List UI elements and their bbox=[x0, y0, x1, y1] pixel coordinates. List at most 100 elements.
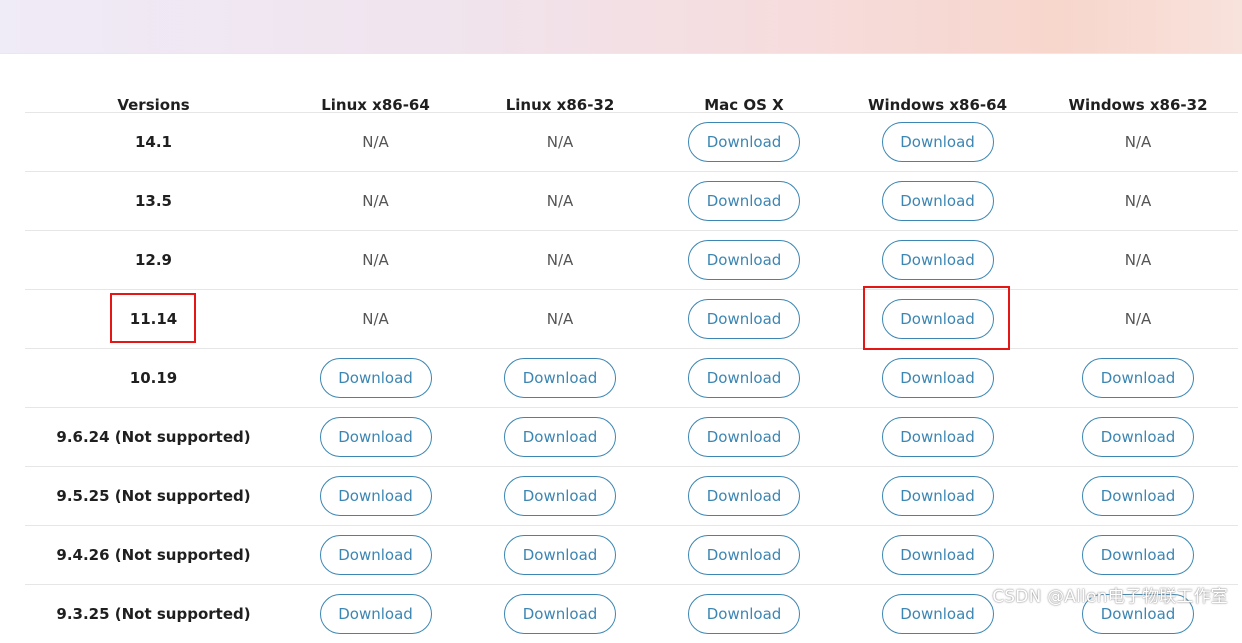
not-available-text: N/A bbox=[1124, 192, 1152, 210]
download-button-windows-x86-64[interactable]: Download bbox=[881, 181, 994, 221]
version-cell: 14.1 bbox=[25, 113, 282, 171]
cell-mac-os-x: Download bbox=[651, 467, 837, 525]
table-row: 14.1 N/A N/A Download Download N/A bbox=[25, 112, 1238, 171]
cell-linux-x86-32: N/A bbox=[469, 231, 651, 289]
cell-linux-x86-64: N/A bbox=[282, 231, 469, 289]
cell-linux-x86-64: Download bbox=[282, 467, 469, 525]
version-cell: 9.3.25 (Not supported) bbox=[25, 585, 282, 643]
download-button-windows-x86-64[interactable]: Download bbox=[881, 594, 994, 634]
download-button-mac-os-x[interactable]: Download bbox=[688, 240, 800, 280]
download-button-linux-x86-32[interactable]: Download bbox=[504, 358, 616, 398]
table-row: 9.4.26 (Not supported) Download Download Do… bbox=[25, 525, 1238, 584]
cell-linux-x86-32: Download bbox=[469, 526, 651, 584]
cell-windows-x86-64: Download bbox=[837, 290, 1038, 348]
version-label: 9.5.25 (Not supported) bbox=[56, 487, 251, 505]
cell-linux-x86-64: Download bbox=[282, 408, 469, 466]
version-cell: 9.4.26 (Not supported) bbox=[25, 526, 282, 584]
cell-mac-os-x: Download bbox=[651, 172, 837, 230]
cell-windows-x86-32: N/A bbox=[1038, 290, 1238, 348]
table-row: 12.9 N/A N/A Download Download N/A bbox=[25, 230, 1238, 289]
download-button-linux-x86-64[interactable]: Download bbox=[319, 417, 432, 457]
cell-windows-x86-64: Download bbox=[837, 113, 1038, 171]
download-button-mac-os-x[interactable]: Download bbox=[688, 594, 800, 634]
version-label: 12.9 bbox=[134, 251, 172, 269]
download-button-mac-os-x[interactable]: Download bbox=[688, 122, 800, 162]
download-button-mac-os-x[interactable]: Download bbox=[688, 535, 800, 575]
not-available-text: N/A bbox=[1124, 251, 1152, 269]
download-button-windows-x86-64[interactable]: Download bbox=[881, 358, 994, 398]
not-available-text: N/A bbox=[1124, 310, 1152, 328]
cell-mac-os-x: Download bbox=[651, 349, 837, 407]
not-available-text: N/A bbox=[546, 251, 574, 269]
download-button-windows-x86-32[interactable]: Download bbox=[1082, 417, 1194, 457]
cell-mac-os-x: Download bbox=[651, 113, 837, 171]
download-button-linux-x86-32[interactable]: Download bbox=[504, 594, 616, 634]
cell-linux-x86-32: N/A bbox=[469, 290, 651, 348]
cell-mac-os-x: Download bbox=[651, 585, 837, 643]
cell-windows-x86-32: N/A bbox=[1038, 231, 1238, 289]
cell-windows-x86-64: Download bbox=[837, 231, 1038, 289]
cell-windows-x86-32: Download bbox=[1038, 467, 1238, 525]
download-button-linux-x86-32[interactable]: Download bbox=[504, 476, 616, 516]
version-cell: 11.14 bbox=[25, 290, 282, 348]
cell-linux-x86-64: N/A bbox=[282, 290, 469, 348]
downloads-table: Versions Linux x86-64 Linux x86-32 Mac O… bbox=[25, 84, 1238, 643]
table-header-row: Versions Linux x86-64 Linux x86-32 Mac O… bbox=[25, 84, 1238, 114]
download-button-windows-x86-32[interactable]: Download bbox=[1082, 476, 1194, 516]
cell-mac-os-x: Download bbox=[651, 526, 837, 584]
download-button-mac-os-x[interactable]: Download bbox=[688, 299, 800, 339]
download-button-mac-os-x[interactable]: Download bbox=[688, 476, 800, 516]
version-cell: 13.5 bbox=[25, 172, 282, 230]
cell-mac-os-x: Download bbox=[651, 231, 837, 289]
cell-linux-x86-32: N/A bbox=[469, 172, 651, 230]
download-button-linux-x86-32[interactable]: Download bbox=[504, 535, 616, 575]
download-button-mac-os-x[interactable]: Download bbox=[688, 181, 800, 221]
download-button-mac-os-x[interactable]: Download bbox=[688, 417, 800, 457]
download-button-windows-x86-64[interactable]: Download bbox=[881, 535, 994, 575]
download-button-linux-x86-32[interactable]: Download bbox=[504, 417, 616, 457]
table-row: 9.5.25 (Not supported) Download Download Do… bbox=[25, 466, 1238, 525]
cell-linux-x86-32: Download bbox=[469, 585, 651, 643]
download-button-linux-x86-64[interactable]: Download bbox=[319, 358, 432, 398]
version-label: 14.1 bbox=[134, 133, 172, 151]
cell-linux-x86-32: N/A bbox=[469, 113, 651, 171]
not-available-text: N/A bbox=[546, 192, 574, 210]
cell-linux-x86-32: Download bbox=[469, 349, 651, 407]
cell-windows-x86-32: N/A bbox=[1038, 172, 1238, 230]
version-label: 9.3.25 (Not supported) bbox=[56, 605, 251, 623]
table-row: 13.5 N/A N/A Download Download N/A bbox=[25, 171, 1238, 230]
table-row: 10.19 Download Download Download Download Dow… bbox=[25, 348, 1238, 407]
download-button-windows-x86-64[interactable]: Download bbox=[881, 476, 994, 516]
download-button-windows-x86-64[interactable]: Download bbox=[881, 417, 994, 457]
download-button-windows-x86-32[interactable]: Download bbox=[1082, 535, 1194, 575]
cell-windows-x86-32: Download bbox=[1038, 349, 1238, 407]
download-button-windows-x86-32[interactable]: Download bbox=[1082, 358, 1194, 398]
cell-windows-x86-64: Download bbox=[837, 172, 1038, 230]
cell-linux-x86-64: Download bbox=[282, 526, 469, 584]
page-header-banner bbox=[0, 0, 1242, 54]
not-available-text: N/A bbox=[362, 192, 389, 210]
cell-windows-x86-32: Download bbox=[1038, 526, 1238, 584]
watermark-text: CSDN @Allen电子物联工作室 bbox=[992, 587, 1228, 607]
cell-windows-x86-64: Download bbox=[837, 349, 1038, 407]
cell-linux-x86-32: Download bbox=[469, 467, 651, 525]
table-row: 11.14 N/A N/A Download Download N/A bbox=[25, 289, 1238, 348]
download-button-mac-os-x[interactable]: Download bbox=[688, 358, 800, 398]
download-button-linux-x86-64[interactable]: Download bbox=[319, 476, 432, 516]
cell-windows-x86-64: Download bbox=[837, 408, 1038, 466]
download-button-windows-x86-64[interactable]: Download bbox=[881, 240, 994, 280]
not-available-text: N/A bbox=[1124, 133, 1152, 151]
cell-linux-x86-64: N/A bbox=[282, 172, 469, 230]
table-row: 9.6.24 (Not supported) Download Download Do… bbox=[25, 407, 1238, 466]
cell-linux-x86-64: Download bbox=[282, 349, 469, 407]
not-available-text: N/A bbox=[546, 133, 574, 151]
version-cell: 9.5.25 (Not supported) bbox=[25, 467, 282, 525]
download-button-windows-x86-64[interactable]: Download bbox=[881, 122, 994, 162]
download-button-linux-x86-64[interactable]: Download bbox=[319, 535, 432, 575]
cell-windows-x86-32: Download bbox=[1038, 408, 1238, 466]
download-button-linux-x86-64[interactable]: Download bbox=[319, 594, 432, 634]
version-label: 9.4.26 (Not supported) bbox=[56, 546, 251, 564]
not-available-text: N/A bbox=[362, 310, 389, 328]
download-button-windows-x86-64[interactable]: Download bbox=[881, 299, 994, 339]
version-label: 10.19 bbox=[129, 369, 178, 387]
